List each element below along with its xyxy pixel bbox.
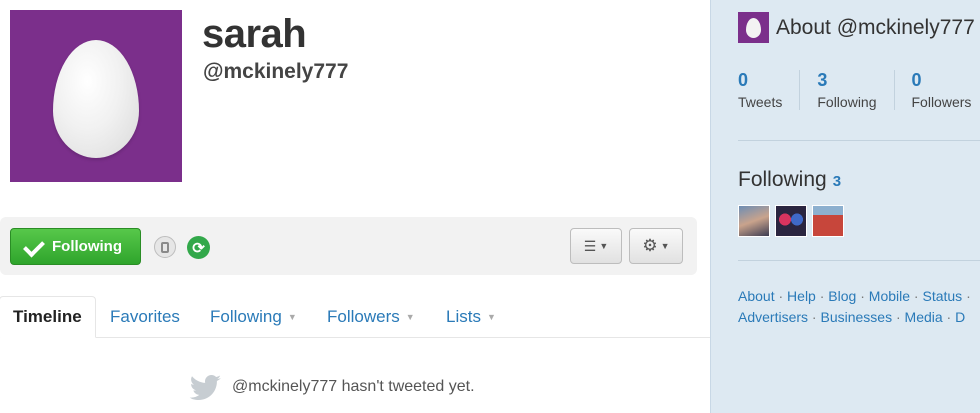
stat-label: Following: [817, 94, 877, 110]
gear-icon: ⚙: [642, 236, 658, 255]
footer-link[interactable]: About: [738, 288, 775, 304]
list-menu-button[interactable]: ☰ ▼: [570, 228, 622, 264]
footer-line-2: Advertisers · Businesses · Media · D: [738, 309, 966, 325]
following-avatar[interactable]: [738, 205, 770, 237]
following-button-label: Following: [52, 238, 122, 255]
footer-link[interactable]: Help: [787, 288, 816, 304]
following-avatar[interactable]: [775, 205, 807, 237]
tab-label: Timeline: [13, 307, 82, 326]
tab-timeline[interactable]: Timeline: [0, 296, 96, 338]
stat-number: 3: [817, 70, 828, 90]
footer-link[interactable]: Businesses: [820, 309, 892, 325]
checkmark-icon: [23, 240, 43, 254]
chevron-down-icon: ▼: [486, 312, 496, 322]
stat-number: 0: [738, 70, 749, 90]
tab-favorites[interactable]: Favorites: [110, 296, 180, 338]
following-title-text: Following: [738, 168, 827, 191]
phone-icon[interactable]: [154, 236, 176, 258]
mini-avatar[interactable]: [738, 12, 769, 43]
profile-sidebar: About @mckinely777 0 Tweets 3 Following …: [710, 0, 980, 413]
stat-following[interactable]: 3 Following: [817, 70, 895, 110]
tab-followers[interactable]: Followers ▼: [327, 296, 415, 338]
stat-label: Followers: [911, 94, 972, 110]
settings-menu-button[interactable]: ⚙ ▼: [629, 228, 683, 264]
empty-message-text: @mckinely777 hasn't tweeted yet.: [232, 378, 475, 395]
about-title: About @mckinely777: [776, 15, 975, 39]
list-icon: ☰: [583, 237, 597, 254]
following-section-title[interactable]: Following 3: [738, 168, 841, 192]
footer-link[interactable]: Status: [922, 288, 962, 304]
footer-link[interactable]: Advertisers: [738, 309, 808, 325]
tab-label: Following: [210, 307, 282, 326]
footer-link[interactable]: D: [955, 309, 965, 325]
footer-link[interactable]: Blog: [828, 288, 856, 304]
sidebar-footer-links: About · Help · Blog · Mobile · Status · …: [738, 286, 980, 328]
retweet-icon[interactable]: ⟳: [187, 236, 210, 259]
footer-link[interactable]: Mobile: [869, 288, 910, 304]
stat-followers[interactable]: 0 Followers: [912, 70, 980, 110]
about-header: About @mckinely777: [738, 12, 975, 43]
following-avatar[interactable]: [812, 205, 844, 237]
sidebar-divider: [738, 260, 980, 261]
profile-avatar[interactable]: [10, 10, 182, 182]
footer-line-1: About · Help · Blog · Mobile · Status ·: [738, 288, 971, 304]
stat-label: Tweets: [738, 94, 783, 110]
bird-icon: [189, 375, 221, 400]
stat-number: 0: [911, 70, 922, 90]
profile-fullname: sarah: [202, 12, 307, 56]
chevron-down-icon: ▼: [287, 312, 297, 322]
profile-handle: @mckinely777: [203, 60, 349, 83]
sidebar-divider: [738, 140, 980, 141]
following-button[interactable]: Following: [10, 228, 141, 265]
stat-tweets[interactable]: 0 Tweets: [738, 70, 801, 110]
profile-tabs: Timeline Favorites Following ▼ Followers ▼…: [0, 296, 710, 338]
egg-avatar-icon: [53, 40, 139, 158]
main-column: sarah @mckinely777 Following ⟳ ☰ ▼ ⚙ ▼ T…: [0, 0, 710, 413]
chevron-down-icon: ▼: [660, 241, 670, 251]
chevron-down-icon: ▼: [599, 241, 609, 251]
following-count: 3: [832, 173, 842, 190]
chevron-down-icon: ▼: [405, 312, 415, 322]
empty-timeline-message: @mckinely777 hasn't tweeted yet.: [188, 374, 475, 400]
profile-stats: 0 Tweets 3 Following 0 Followers: [738, 70, 980, 110]
tab-lists[interactable]: Lists ▼: [446, 296, 496, 338]
footer-link[interactable]: Media: [905, 309, 943, 325]
tab-label: Followers: [327, 307, 400, 326]
tab-label: Lists: [446, 307, 481, 326]
tab-label: Favorites: [110, 307, 180, 326]
following-thumbnails: [738, 205, 844, 237]
tab-following[interactable]: Following ▼: [210, 296, 297, 338]
